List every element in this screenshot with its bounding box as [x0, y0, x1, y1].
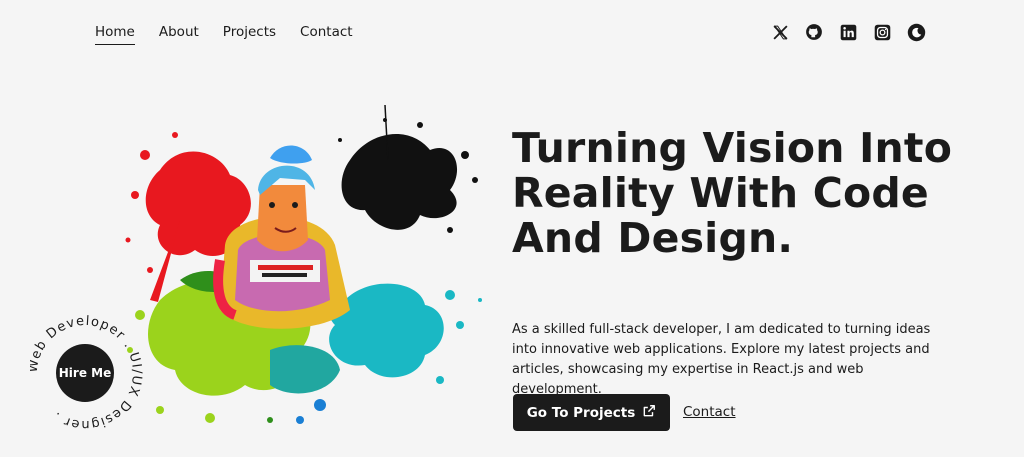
- contact-link[interactable]: Contact: [683, 404, 736, 420]
- hero-title: Turning Vision Into Reality With Code An…: [512, 124, 953, 262]
- profile-illustration: [120, 100, 500, 440]
- theme-toggle-icon[interactable]: [906, 22, 926, 42]
- instagram-icon[interactable]: [872, 22, 892, 42]
- go-to-projects-label: Go To Projects: [526, 404, 636, 421]
- nav-contact[interactable]: Contact: [300, 24, 353, 40]
- nav-home[interactable]: Home: [95, 24, 135, 45]
- go-to-projects-button[interactable]: Go To Projects: [513, 394, 670, 431]
- hire-me-badge: Web Developer . UI/UX Designer . Hire Me: [30, 305, 150, 432]
- hire-me-button[interactable]: Hire Me: [56, 344, 114, 402]
- external-link-icon: [642, 404, 656, 422]
- social-links: [770, 22, 926, 42]
- linkedin-icon[interactable]: [838, 22, 858, 42]
- nav-about[interactable]: About: [159, 24, 199, 40]
- x-icon[interactable]: [770, 22, 790, 42]
- hero-description: As a skilled full-stack developer, I am …: [512, 322, 931, 397]
- github-icon[interactable]: [804, 22, 824, 42]
- page: Home About Projects Contact eb Developer…: [0, 0, 1024, 457]
- main-nav: Home About Projects Contact: [95, 24, 353, 45]
- nav-projects[interactable]: Projects: [223, 24, 276, 40]
